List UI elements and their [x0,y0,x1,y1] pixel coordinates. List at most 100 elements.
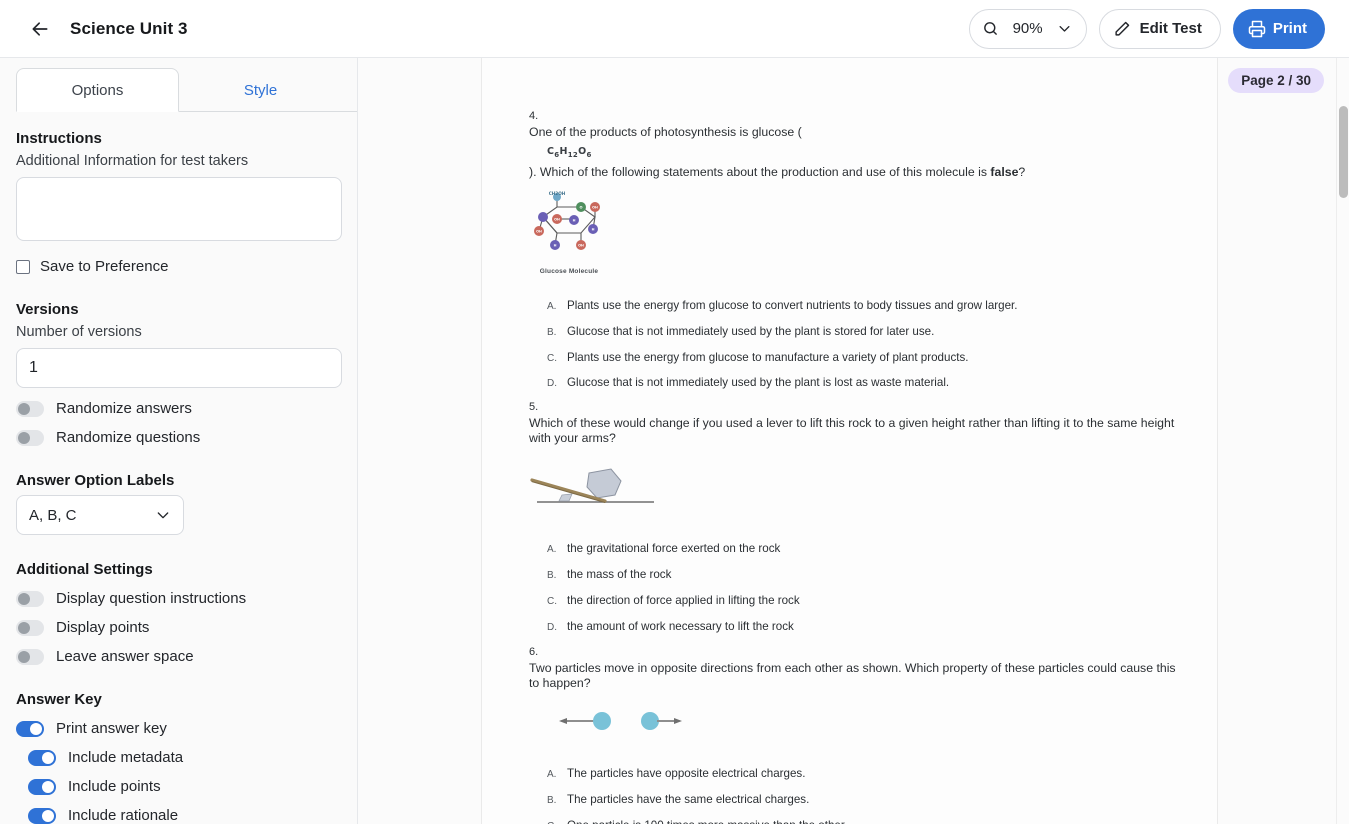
option-text: the gravitational force exerted on the r… [567,541,781,555]
answer-option-labels-select[interactable]: A, B, C [16,495,184,535]
option-text: the mass of the rock [567,567,672,581]
include-points-label: Include points [68,778,161,795]
number-of-versions-input[interactable] [16,348,342,388]
back-button[interactable] [22,11,58,47]
include-points-row[interactable]: Include points [16,778,341,795]
option-text: Plants use the energy from glucose to co… [567,298,1018,312]
randomize-questions-toggle[interactable] [16,429,44,446]
include-rationale-row[interactable]: Include rationale [16,807,341,824]
top-toolbar: Science Unit 3 90% Edit Test Print [0,0,1349,58]
question-number: 5. [529,401,539,413]
randomize-answers-row[interactable]: Randomize answers [16,400,341,417]
svg-text:OH: OH [536,229,542,233]
include-rationale-toggle[interactable] [28,807,56,824]
print-answer-key-label: Print answer key [56,720,167,737]
tab-style-label: Style [243,81,278,99]
lever-rock-diagram [529,461,1189,514]
option-letter: C. [547,821,559,824]
answer-options: A. Plants use the energy from glucose to… [529,299,1189,391]
instructions-textarea[interactable] [16,177,342,241]
print-label: Print [1272,20,1307,37]
answer-option[interactable]: A. Plants use the energy from glucose to… [529,299,1189,313]
include-metadata-toggle[interactable] [28,749,56,766]
option-text: the direction of force applied in liftin… [567,593,800,607]
page-indicator-badge: Page 2 / 30 [1228,68,1324,93]
chevron-down-icon[interactable] [1057,21,1072,36]
answer-option-labels-heading: Answer Option Labels [16,472,175,489]
include-metadata-label: Include metadata [68,749,184,766]
option-letter: C. [547,595,557,607]
svg-text:CH2OH: CH2OH [549,191,566,196]
leave-answer-space-toggle[interactable] [16,648,44,665]
tab-style[interactable]: Style [179,68,342,112]
print-button[interactable]: Print [1232,8,1325,49]
randomize-questions-row[interactable]: Randomize questions [16,429,341,446]
option-text: One particle is 100 times more massive t… [567,819,847,824]
save-to-preference-row[interactable]: Save to Preference [16,258,341,275]
randomize-answers-label: Randomize answers [56,400,192,417]
include-points-toggle[interactable] [28,778,56,795]
glucose-molecule-diagram: CH2OH O OH OH H OH H H OH Glucose Molecu… [529,189,1189,275]
print-answer-key-toggle[interactable] [16,720,44,737]
answer-option[interactable]: B. Glucose that is not immediately used … [529,325,1189,339]
include-metadata-row[interactable]: Include metadata [16,749,341,766]
option-letter: D. [547,621,557,633]
display-question-instructions-toggle[interactable] [16,590,44,607]
two-particles-diagram [554,708,1189,739]
answer-option[interactable]: C. the direction of force applied in lif… [529,594,1189,608]
answer-option-labels-value: A, B, C [29,506,77,524]
answer-option[interactable]: B. The particles have the same electrica… [529,793,1189,807]
answer-option[interactable]: D. Glucose that is not immediately used … [529,376,1189,390]
option-text: The particles have opposite electrical c… [567,766,806,780]
option-letter: D. [547,378,557,390]
toolbar-actions: 90% Edit Test Print [968,8,1333,49]
tab-options[interactable]: Options [16,68,179,112]
answer-option[interactable]: C. One particle is 100 times more massiv… [529,819,1189,824]
display-question-instructions-label: Display question instructions [56,590,247,607]
include-rationale-label: Include rationale [68,807,179,824]
answer-option[interactable]: C. Plants use the energy from glucose to… [529,351,1189,365]
question-text-after: ). Which of the following statements abo… [529,165,1026,180]
preview-scrollbar-thumb[interactable] [1339,106,1348,198]
options-panel: Instructions Additional Information for … [0,112,357,824]
zoom-level-value: 90% [1012,20,1043,37]
printer-icon [1248,20,1266,38]
svg-text:H: H [573,218,576,222]
answer-option[interactable]: A. The particles have opposite electrica… [529,767,1189,781]
answer-option[interactable]: D. the amount of work necessary to lift … [529,620,1189,634]
option-text: the amount of work necessary to lift the… [567,619,794,633]
preview-scrollbar-track[interactable] [1336,58,1349,824]
leave-answer-space-row[interactable]: Leave answer space [16,648,341,665]
option-letter: A. [547,300,557,312]
svg-text:OH: OH [578,243,584,247]
answer-options: A. the gravitational force exerted on th… [529,542,1189,634]
answer-option[interactable]: B. the mass of the rock [529,568,1189,582]
svg-text:H: H [592,227,595,231]
display-question-instructions-row[interactable]: Display question instructions [16,590,341,607]
question-text-before: One of the products of photosynthesis is… [529,125,802,140]
question-block: 5. Which of these would change if you us… [529,401,1189,645]
document-page: 4. One of the products of photosynthesis… [481,58,1218,824]
answer-option[interactable]: A. the gravitational force exerted on th… [529,542,1189,556]
question-number: 6. [529,646,539,658]
display-points-row[interactable]: Display points [16,619,341,636]
option-letter: C. [547,352,557,364]
question-block: 6. Two particles move in opposite direct… [529,646,1189,824]
svg-text:H: H [554,243,557,247]
edit-test-button[interactable]: Edit Test [1098,8,1221,49]
option-text: Plants use the energy from glucose to ma… [567,350,969,364]
versions-sublabel: Number of versions [16,324,142,340]
question-number: 4. [529,110,539,122]
test-preview-pane[interactable]: Page 2 / 30 4. One of the products of ph… [358,58,1349,824]
option-letter: B. [547,326,557,338]
save-to-preference-label: Save to Preference [40,258,169,275]
display-points-toggle[interactable] [16,619,44,636]
chevron-down-icon [155,507,171,523]
magnifier-icon [982,20,999,37]
chemical-formula: C6H12O6 [547,146,592,160]
randomize-answers-toggle[interactable] [16,400,44,417]
print-answer-key-row[interactable]: Print answer key [16,720,341,737]
svg-text:OH: OH [554,217,560,221]
zoom-control[interactable]: 90% [968,8,1087,49]
save-to-preference-checkbox[interactable] [16,259,30,274]
